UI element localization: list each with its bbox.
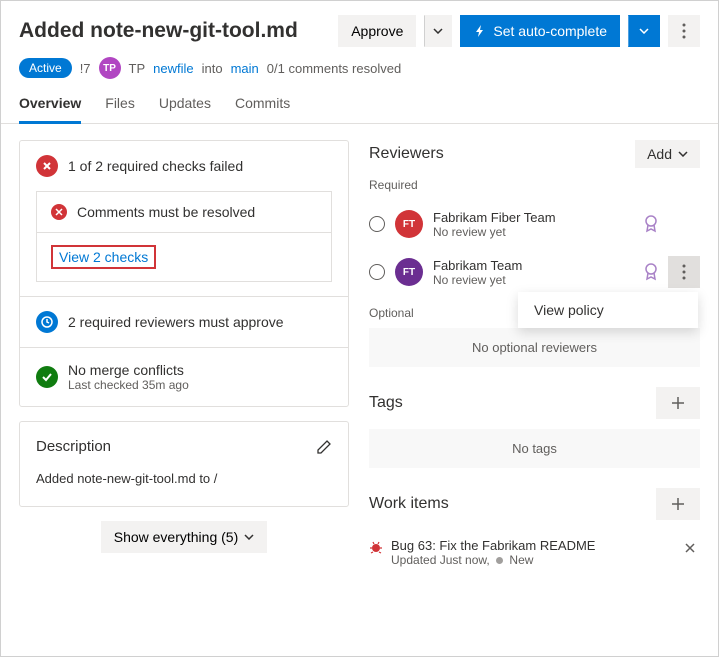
- no-optional-reviewers: No optional reviewers: [369, 328, 700, 367]
- add-reviewer-button[interactable]: Add: [635, 140, 700, 168]
- show-everything-label: Show everything (5): [114, 529, 239, 545]
- reviewers-approve-text: 2 required reviewers must approve: [68, 314, 284, 330]
- tab-files[interactable]: Files: [105, 95, 135, 123]
- kebab-icon: [682, 264, 686, 280]
- reviewer-more-button[interactable]: [668, 256, 700, 288]
- into-text: into: [202, 61, 223, 76]
- description-card: Description Added note-new-git-tool.md t…: [19, 421, 349, 507]
- remove-work-item-button[interactable]: [680, 538, 700, 558]
- autocomplete-dropdown[interactable]: [628, 15, 660, 47]
- status-badge: Active: [19, 58, 72, 78]
- work-item-state: New: [509, 553, 533, 567]
- work-item-row: Bug 63: Fix the Fabrikam README Updated …: [369, 530, 700, 575]
- add-tag-button[interactable]: [656, 387, 700, 419]
- checks-card: 1 of 2 required checks failed Comments m…: [19, 140, 349, 407]
- chevron-down-icon: [433, 28, 443, 34]
- author-name: TP: [129, 61, 146, 76]
- clock-icon: [36, 311, 58, 333]
- more-actions-button[interactable]: [668, 15, 700, 47]
- description-body: Added note-new-git-tool.md to /: [20, 471, 348, 506]
- required-label: Required: [369, 178, 700, 192]
- award-icon: [644, 215, 658, 233]
- edit-description-button[interactable]: [316, 439, 332, 455]
- close-icon: [684, 542, 696, 554]
- tab-updates[interactable]: Updates: [159, 95, 211, 123]
- work-items-section: Work items Bug 63: Fix the Fabrikam READ…: [369, 488, 700, 575]
- plus-icon: [671, 497, 685, 511]
- reviewer-name: Fabrikam Fiber Team: [433, 210, 634, 225]
- lightning-icon: [473, 24, 487, 38]
- target-branch-link[interactable]: main: [231, 61, 259, 76]
- description-title: Description: [36, 438, 111, 455]
- check-icon: [36, 366, 58, 388]
- reviewer-avatar: FT: [395, 210, 423, 238]
- award-icon: [644, 263, 658, 281]
- context-menu: View policy: [518, 292, 698, 328]
- reviewer-avatar: FT: [395, 258, 423, 286]
- chevron-down-icon: [639, 28, 649, 34]
- comments-check-text: Comments must be resolved: [77, 204, 255, 220]
- work-item-title[interactable]: Bug 63: Fix the Fabrikam README: [391, 538, 672, 553]
- no-conflicts-text: No merge conflicts: [68, 362, 189, 378]
- reviewer-radio[interactable]: [369, 216, 385, 232]
- show-everything-button[interactable]: Show everything (5): [101, 521, 268, 553]
- failed-icon: [36, 155, 58, 177]
- add-label: Add: [647, 146, 672, 162]
- tab-overview[interactable]: Overview: [19, 95, 81, 124]
- state-dot-icon: [496, 557, 503, 564]
- pr-id: !7: [80, 61, 91, 76]
- chevron-down-icon: [244, 534, 254, 540]
- kebab-icon: [682, 23, 686, 39]
- tags-section: Tags No tags: [369, 387, 700, 468]
- add-work-item-button[interactable]: [656, 488, 700, 520]
- set-autocomplete-button[interactable]: Set auto-complete: [460, 15, 620, 47]
- view-checks-link[interactable]: View 2 checks: [59, 249, 148, 265]
- view-policy-item[interactable]: View policy: [534, 302, 682, 318]
- reviewer-radio[interactable]: [369, 264, 385, 280]
- plus-icon: [671, 396, 685, 410]
- no-tags: No tags: [369, 429, 700, 468]
- source-branch-link[interactable]: newfile: [153, 61, 193, 76]
- reviewer-status: No review yet: [433, 273, 634, 287]
- approve-dropdown[interactable]: [424, 15, 452, 47]
- reviewer-status: No review yet: [433, 225, 634, 239]
- reviewer-row: FT Fabrikam Team No review yet: [369, 248, 700, 296]
- page-title: Added note-new-git-tool.md: [19, 19, 330, 43]
- reviewers-section: Reviewers Add Required FT Fabrikam Fiber…: [369, 140, 700, 367]
- author-avatar: TP: [99, 57, 121, 79]
- approve-button[interactable]: Approve: [338, 15, 416, 47]
- reviewer-row: FT Fabrikam Fiber Team No review yet: [369, 200, 700, 248]
- last-checked-text: Last checked 35m ago: [68, 378, 189, 392]
- bug-icon: [369, 540, 383, 554]
- pencil-icon: [316, 439, 332, 455]
- reviewer-name: Fabrikam Team: [433, 258, 634, 273]
- x-icon: [51, 204, 67, 220]
- chevron-down-icon: [678, 151, 688, 157]
- tab-commits[interactable]: Commits: [235, 95, 290, 123]
- work-item-updated: Updated Just now,: [391, 553, 490, 567]
- reviewers-title: Reviewers: [369, 145, 444, 163]
- tags-title: Tags: [369, 394, 403, 412]
- comments-resolved: 0/1 comments resolved: [267, 61, 401, 76]
- checks-failed-text: 1 of 2 required checks failed: [68, 158, 243, 174]
- autocomplete-label: Set auto-complete: [493, 23, 607, 39]
- work-items-title: Work items: [369, 495, 449, 513]
